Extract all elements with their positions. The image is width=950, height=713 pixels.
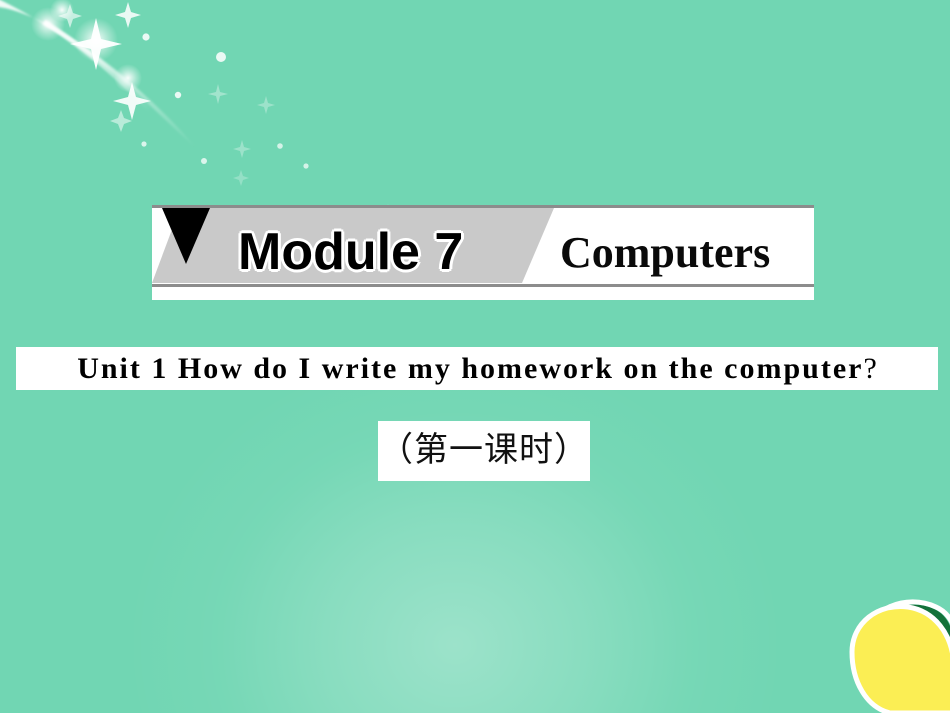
period-caption-box: （第一课时） <box>378 421 590 481</box>
module-topic-label: Computers <box>560 228 771 277</box>
slide-canvas: Module 7 Computers Unit 1 How do I write… <box>0 0 950 713</box>
unit-title-question-mark: ? <box>863 351 877 385</box>
lemon-fruit-decoration <box>849 599 950 713</box>
down-triangle-marker-icon <box>162 208 210 264</box>
module-banner: Module 7 Computers <box>152 205 814 300</box>
unit-title-bar: Unit 1 How do I write my homework on the… <box>16 347 938 390</box>
banner-top-rule <box>152 205 814 208</box>
banner-bottom-rule <box>152 284 814 287</box>
unit-title-main: Unit 1 How do I write my homework on the… <box>77 351 864 385</box>
unit-title-text: Unit 1 How do I write my homework on the… <box>77 351 877 387</box>
period-caption-text: （第一课时） <box>379 432 589 469</box>
module-number-label: Module 7 <box>238 223 464 281</box>
